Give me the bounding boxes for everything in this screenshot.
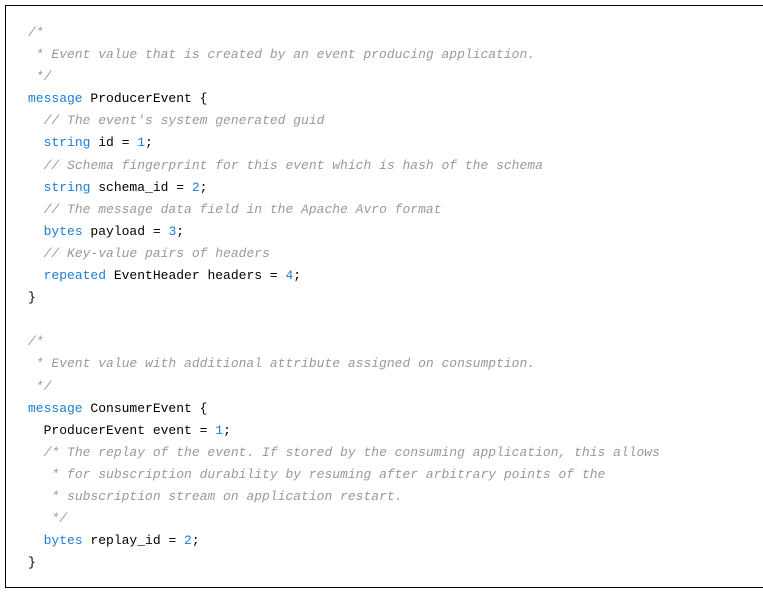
code-token-identifier: ; [192, 533, 200, 548]
code-token-comment: // Schema fingerprint for this event whi… [44, 158, 543, 173]
code-token-comment: // Key-value pairs of headers [44, 246, 270, 261]
code-token-identifier: payload = [83, 224, 169, 239]
code-token-keyword: message [28, 91, 83, 106]
code-line: } [28, 552, 745, 574]
code-token-identifier: ConsumerEvent { [83, 401, 208, 416]
code-token-comment: * Event value with additional attribute … [28, 356, 535, 371]
code-line: * for subscription durability by resumin… [28, 464, 745, 486]
code-line: */ [28, 376, 745, 398]
code-token-keyword: message [28, 401, 83, 416]
code-token-number: 1 [137, 135, 145, 150]
code-token-comment: /* [28, 25, 44, 40]
code-line: */ [28, 508, 745, 530]
code-token-comment: * subscription stream on application res… [44, 489, 403, 504]
code-line: bytes payload = 3; [28, 221, 745, 243]
code-token-identifier: ProducerEvent event = [44, 423, 216, 438]
code-token-identifier: } [28, 290, 36, 305]
code-token-keyword: repeated [44, 268, 106, 283]
code-line: /* The replay of the event. If stored by… [28, 442, 745, 464]
code-token-identifier: ; [176, 224, 184, 239]
code-line [28, 309, 745, 331]
code-token-identifier: schema_id = [90, 180, 191, 195]
code-line: /* [28, 22, 745, 44]
code-line: * subscription stream on application res… [28, 486, 745, 508]
code-token-type: string [44, 135, 91, 150]
code-line: string schema_id = 2; [28, 177, 745, 199]
code-line: repeated EventHeader headers = 4; [28, 265, 745, 287]
code-token-type: string [44, 180, 91, 195]
code-token-number: 1 [215, 423, 223, 438]
code-token-comment: * for subscription durability by resumin… [44, 467, 606, 482]
code-token-number: 2 [184, 533, 192, 548]
code-token-comment: // The message data field in the Apache … [44, 202, 442, 217]
code-token-identifier: EventHeader headers = [106, 268, 285, 283]
code-line: string id = 1; [28, 132, 745, 154]
code-line: */ [28, 66, 745, 88]
code-token-comment: */ [28, 69, 51, 84]
code-token-comment: * Event value that is created by an even… [28, 47, 535, 62]
code-token-identifier: } [28, 555, 36, 570]
code-line: // The message data field in the Apache … [28, 199, 745, 221]
code-token-identifier: id = [90, 135, 137, 150]
code-line: /* [28, 331, 745, 353]
code-token-comment: /* [28, 334, 44, 349]
code-token-identifier: ; [223, 423, 231, 438]
code-line: ProducerEvent event = 1; [28, 420, 745, 442]
code-token-identifier: ; [293, 268, 301, 283]
code-token-number: 2 [192, 180, 200, 195]
code-line: * Event value that is created by an even… [28, 44, 745, 66]
code-token-type: bytes [44, 224, 83, 239]
code-token-comment: */ [44, 511, 67, 526]
code-token-comment: /* The replay of the event. If stored by… [44, 445, 660, 460]
code-line: message ConsumerEvent { [28, 398, 745, 420]
code-block: /* * Event value that is created by an e… [5, 5, 763, 588]
code-token-type: bytes [44, 533, 83, 548]
code-token-comment: */ [28, 379, 51, 394]
code-line: // The event's system generated guid [28, 110, 745, 132]
code-token-identifier: replay_id = [83, 533, 184, 548]
code-token-identifier: ; [145, 135, 153, 150]
code-token-identifier: ; [200, 180, 208, 195]
code-line: * Event value with additional attribute … [28, 353, 745, 375]
code-line: // Schema fingerprint for this event whi… [28, 155, 745, 177]
code-line: bytes replay_id = 2; [28, 530, 745, 552]
code-line: } [28, 287, 745, 309]
code-token-comment: // The event's system generated guid [44, 113, 325, 128]
code-token-identifier: ProducerEvent { [83, 91, 208, 106]
code-line: message ProducerEvent { [28, 88, 745, 110]
code-line: // Key-value pairs of headers [28, 243, 745, 265]
